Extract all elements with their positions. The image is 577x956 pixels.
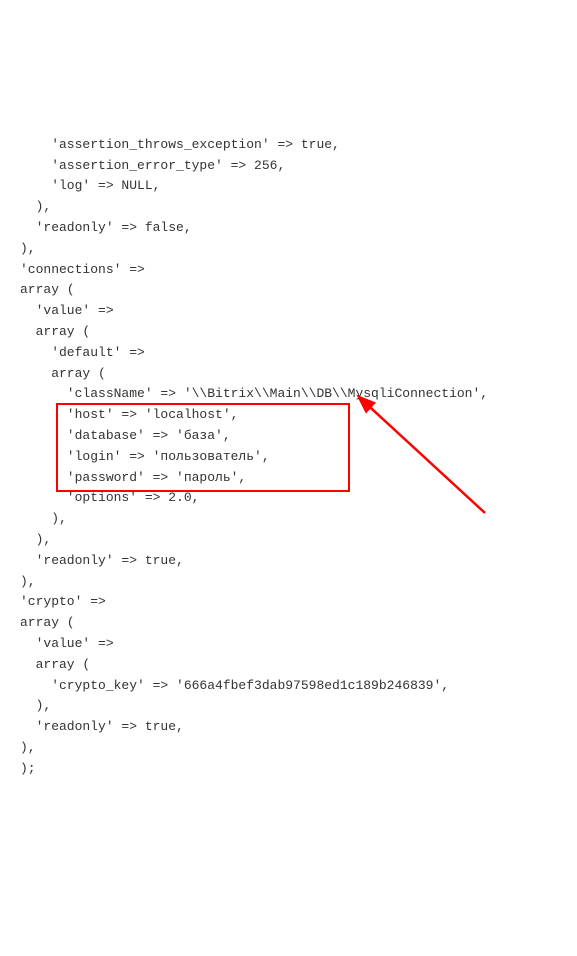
code-line: ), xyxy=(20,197,567,218)
code-line: 'readonly' => false, xyxy=(20,218,567,239)
code-line: 'password' => 'пароль', xyxy=(20,468,567,489)
code-container: 'assertion_throws_exception' => true, 'a… xyxy=(20,93,567,842)
code-line: array ( xyxy=(20,280,567,301)
code-line: 'assertion_throws_exception' => true, xyxy=(20,135,567,156)
code-line: 'className' => '\\Bitrix\\Main\\DB\\Mysq… xyxy=(20,384,567,405)
code-line: 'login' => 'пользователь', xyxy=(20,447,567,468)
code-line: ), xyxy=(20,696,567,717)
code-line: 'readonly' => true, xyxy=(20,717,567,738)
code-line: 'value' => xyxy=(20,634,567,655)
code-block: 'assertion_throws_exception' => true, 'a… xyxy=(20,135,567,780)
code-line: 'crypto' => xyxy=(20,592,567,613)
code-line: 'assertion_error_type' => 256, xyxy=(20,156,567,177)
code-line: 'options' => 2.0, xyxy=(20,488,567,509)
code-line: ), xyxy=(20,738,567,759)
code-line: 'log' => NULL, xyxy=(20,176,567,197)
code-line: ), xyxy=(20,530,567,551)
code-line: array ( xyxy=(20,322,567,343)
code-line: 'host' => 'localhost', xyxy=(20,405,567,426)
code-line: array ( xyxy=(20,613,567,634)
code-line: array ( xyxy=(20,364,567,385)
code-line: ), xyxy=(20,239,567,260)
code-line: 'crypto_key' => '666a4fbef3dab97598ed1c1… xyxy=(20,676,567,697)
code-line: ), xyxy=(20,509,567,530)
code-line: 'value' => xyxy=(20,301,567,322)
code-line: ), xyxy=(20,572,567,593)
code-line: ); xyxy=(20,759,567,780)
code-line: 'connections' => xyxy=(20,260,567,281)
code-line: 'database' => 'база', xyxy=(20,426,567,447)
code-line: 'default' => xyxy=(20,343,567,364)
code-line: array ( xyxy=(20,655,567,676)
code-line: 'readonly' => true, xyxy=(20,551,567,572)
